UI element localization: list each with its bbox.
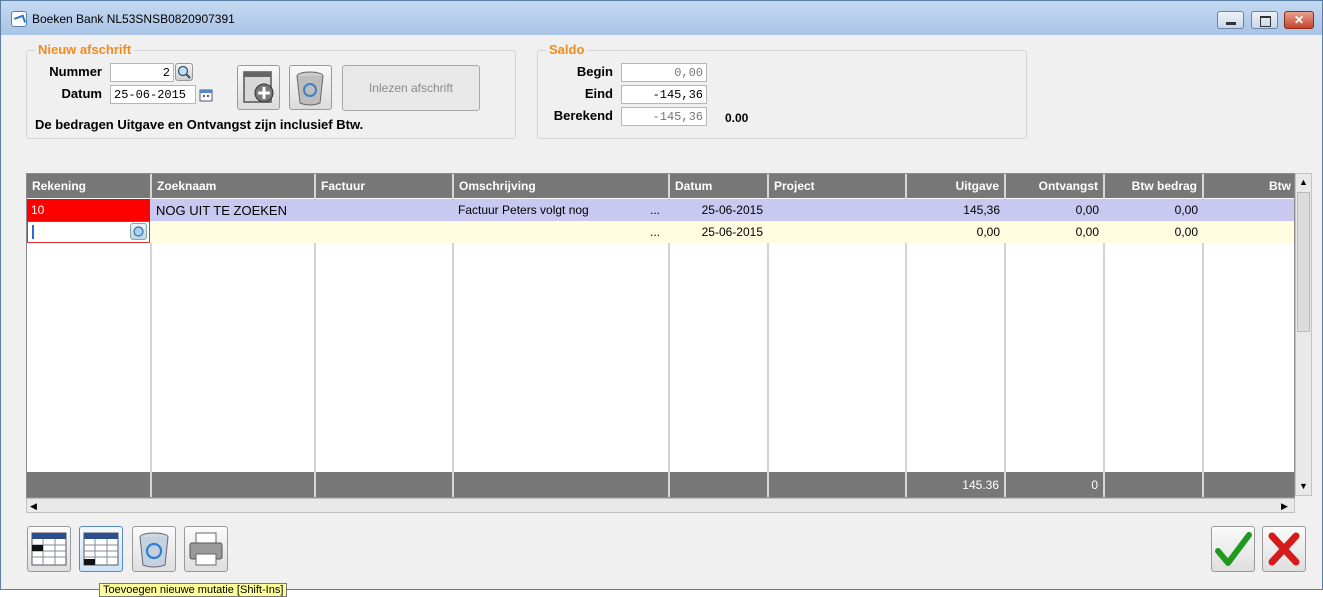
minimize-button[interactable] xyxy=(1217,11,1244,29)
column-header-btw-bedrag[interactable]: Btw bedrag xyxy=(1105,174,1204,198)
cell-datum[interactable]: 25-06-2015 xyxy=(670,221,767,243)
checkmark-icon xyxy=(1215,532,1252,566)
cell-rekening[interactable]: 10 xyxy=(27,199,150,221)
begin-saldo-field[interactable]: 0,00 xyxy=(621,63,707,82)
rekening-edit-cell[interactable] xyxy=(27,221,150,243)
mutations-grid: Rekening Zoeknaam Factuur Omschrijving D… xyxy=(26,173,1295,498)
column-header-datum[interactable]: Datum xyxy=(670,174,769,198)
column-header-rekening[interactable]: Rekening xyxy=(27,174,152,198)
berekend-label: Berekend xyxy=(553,108,613,123)
cell-datum[interactable]: 25-06-2015 xyxy=(670,199,767,221)
printer-icon xyxy=(189,532,223,566)
total-uitgave: 145.36 xyxy=(907,472,1006,497)
btw-note: De bedragen Uitgave en Ontvangst zijn in… xyxy=(35,117,364,132)
inlezen-afschrift-button[interactable]: Inlezen afschrift xyxy=(342,65,480,111)
add-document-icon xyxy=(243,71,274,103)
column-header-uitgave[interactable]: Uitgave xyxy=(907,174,1006,198)
main-window: Boeken Bank NL53SNSB0820907391 Nieuw afs… xyxy=(0,0,1323,597)
nummer-label: Nummer xyxy=(49,64,102,79)
nummer-input[interactable]: 2 xyxy=(110,63,174,82)
dialog-content: Nieuw afschrift Nummer 2 Datum 25-06-201… xyxy=(7,35,1316,597)
maximize-button[interactable] xyxy=(1251,11,1278,29)
text-cursor xyxy=(32,225,34,239)
cell-omschrijving[interactable] xyxy=(454,221,644,243)
berekend-saldo-field[interactable]: -145,36 xyxy=(621,107,707,126)
table-add-row-icon xyxy=(83,532,119,566)
table-row-new[interactable]: ... 25-06-2015 0,00 0,00 0,00 xyxy=(27,221,1294,243)
cell-project[interactable] xyxy=(769,221,905,243)
saldo-difference: 0.00 xyxy=(725,111,749,125)
delete-mutation-button[interactable] xyxy=(132,526,176,572)
title-bar[interactable]: Boeken Bank NL53SNSB0820907391 xyxy=(1,1,1322,35)
cell-uitgave[interactable]: 145,36 xyxy=(907,199,1004,221)
cell-ontvangst[interactable]: 0,00 xyxy=(1006,199,1103,221)
table-row[interactable]: 10 NOG UIT TE ZOEKEN Factuur Peters volg… xyxy=(27,199,1294,221)
scroll-left-arrow-icon[interactable]: ◀ xyxy=(30,500,37,512)
recycle-bin-icon xyxy=(139,532,169,568)
tooltip: Toevoegen nieuwe mutatie [Shift-Ins] xyxy=(99,583,287,597)
cell-zoeknaam[interactable] xyxy=(152,221,314,243)
nummer-search-button[interactable] xyxy=(175,63,193,81)
eind-label: Eind xyxy=(584,86,613,101)
print-button[interactable] xyxy=(184,526,228,572)
scrollbar-thumb[interactable] xyxy=(1297,192,1310,332)
scroll-up-arrow-icon[interactable]: ▲ xyxy=(1299,176,1308,188)
footer-cell xyxy=(152,472,316,497)
scroll-down-arrow-icon[interactable]: ▼ xyxy=(1299,480,1308,492)
table-insert-icon xyxy=(31,532,67,566)
confirm-button[interactable] xyxy=(1211,526,1255,572)
footer-cell xyxy=(1204,472,1294,497)
calendar-button[interactable] xyxy=(198,87,214,103)
cell-factuur[interactable] xyxy=(316,221,452,243)
footer-cell xyxy=(454,472,670,497)
column-header-zoeknaam[interactable]: Zoeknaam xyxy=(152,174,316,198)
total-ontvangst: 0 xyxy=(1006,472,1105,497)
footer-cell xyxy=(769,472,907,497)
insert-row-above-button[interactable] xyxy=(27,526,71,572)
cancel-button[interactable] xyxy=(1262,526,1306,572)
cell-btw[interactable] xyxy=(1204,199,1294,221)
cell-zoeknaam[interactable]: NOG UIT TE ZOEKEN xyxy=(152,199,314,221)
cell-uitgave[interactable]: 0,00 xyxy=(907,221,1004,243)
cell-omschrijving-ellipsis[interactable]: ... xyxy=(646,199,668,221)
cross-icon xyxy=(1268,532,1300,566)
datum-input[interactable]: 25-06-2015 xyxy=(110,85,196,104)
eind-saldo-field[interactable]: -145,36 xyxy=(621,85,707,104)
cell-omschrijving-ellipsis[interactable]: ... xyxy=(646,221,668,243)
cell-omschrijving[interactable]: Factuur Peters volgt nog xyxy=(454,199,644,221)
add-mutation-button[interactable] xyxy=(79,526,123,572)
cell-btw-bedrag[interactable]: 0,00 xyxy=(1105,221,1202,243)
saldo-legend: Saldo xyxy=(546,42,588,57)
rekening-lookup-button[interactable] xyxy=(130,223,147,240)
horizontal-scrollbar[interactable]: ◀ ▶ xyxy=(26,498,1295,513)
footer-cell xyxy=(27,472,152,497)
cell-project[interactable] xyxy=(769,199,905,221)
column-header-omschrijving[interactable]: Omschrijving xyxy=(454,174,670,198)
column-header-factuur[interactable]: Factuur xyxy=(316,174,454,198)
window-title: Boeken Bank NL53SNSB0820907391 xyxy=(32,12,235,26)
calendar-icon xyxy=(199,89,213,102)
nieuw-afschrift-legend: Nieuw afschrift xyxy=(35,42,135,57)
vertical-scrollbar[interactable]: ▲ ▼ xyxy=(1295,173,1312,496)
cell-btw-bedrag[interactable]: 0,00 xyxy=(1105,199,1202,221)
footer-cell xyxy=(670,472,769,497)
column-header-btw[interactable]: Btw xyxy=(1204,174,1294,198)
search-icon xyxy=(133,226,144,237)
search-icon xyxy=(177,65,191,79)
new-statement-button[interactable] xyxy=(237,65,280,110)
column-header-ontvangst[interactable]: Ontvangst xyxy=(1006,174,1105,198)
cell-ontvangst[interactable]: 0,00 xyxy=(1006,221,1103,243)
app-icon xyxy=(11,11,27,27)
delete-statement-button[interactable] xyxy=(289,65,332,110)
recycle-bin-icon xyxy=(296,71,324,106)
cell-btw[interactable] xyxy=(1204,221,1294,243)
begin-label: Begin xyxy=(576,64,613,79)
cell-factuur[interactable] xyxy=(316,199,452,221)
datum-label: Datum xyxy=(61,86,102,101)
scroll-right-arrow-icon[interactable]: ▶ xyxy=(1281,500,1288,512)
footer-cell xyxy=(316,472,454,497)
footer-cell xyxy=(1105,472,1204,497)
column-header-project[interactable]: Project xyxy=(769,174,907,198)
close-window-button[interactable] xyxy=(1284,11,1314,29)
